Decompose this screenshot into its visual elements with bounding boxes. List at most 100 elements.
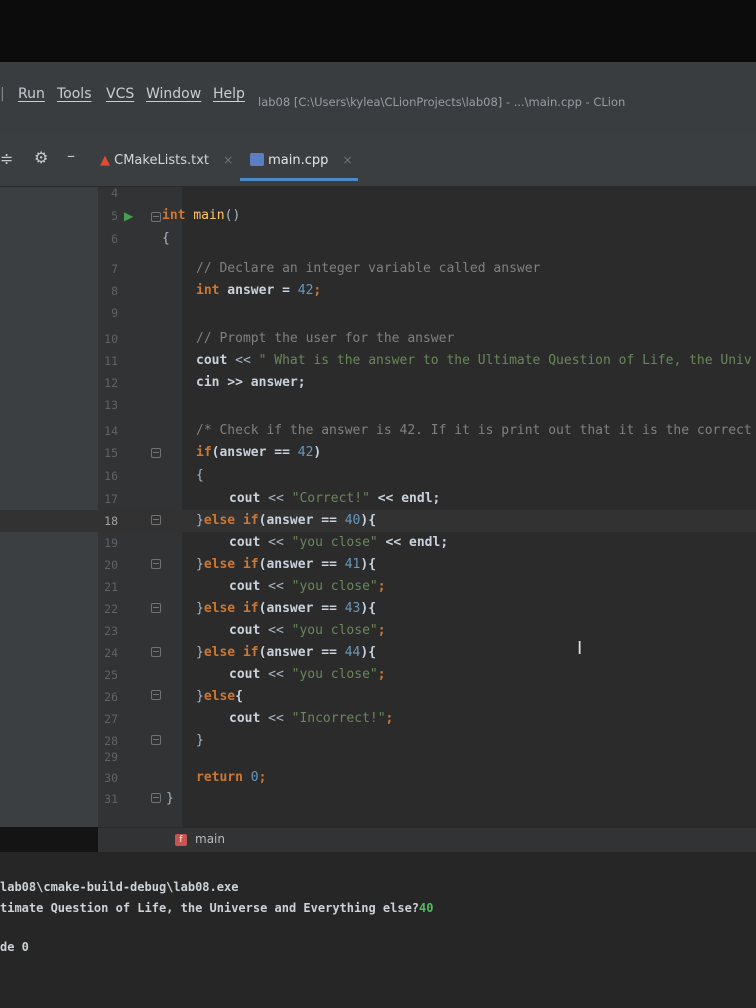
code-text: ; bbox=[377, 667, 386, 682]
code-text: cin bbox=[196, 375, 220, 390]
fold-icon[interactable] bbox=[151, 690, 161, 700]
current-line-highlight: 18 }else if(answer == 40){ bbox=[0, 510, 756, 532]
code-text: >> answer; bbox=[219, 375, 306, 390]
line-number: 4 bbox=[111, 186, 118, 200]
line-number: 26 bbox=[104, 690, 118, 704]
keyword: else if bbox=[203, 557, 259, 572]
close-icon[interactable]: × bbox=[223, 153, 233, 167]
code-text: } bbox=[196, 513, 204, 528]
run-gutter-icon[interactable]: ▶ bbox=[124, 209, 133, 223]
menu-tools[interactable]: Tools bbox=[57, 86, 92, 102]
code-text: (answer == bbox=[258, 601, 345, 616]
code-text: ; bbox=[258, 770, 267, 785]
line-number: 31 bbox=[104, 792, 118, 806]
number: 41 bbox=[344, 557, 361, 572]
fold-icon[interactable] bbox=[151, 793, 161, 803]
line-number: 5 bbox=[111, 209, 118, 223]
tab-label: CMakeLists.txt bbox=[114, 153, 209, 168]
code-text: ; bbox=[377, 623, 386, 638]
fold-icon[interactable] bbox=[151, 212, 161, 222]
cmake-triangle-icon: ▲ bbox=[100, 153, 110, 168]
fold-icon[interactable] bbox=[151, 559, 161, 569]
fold-icon[interactable] bbox=[151, 647, 161, 657]
number: 43 bbox=[344, 601, 361, 616]
keyword: else if bbox=[203, 645, 259, 660]
code-text: (answer == bbox=[258, 645, 345, 660]
menu-edge: | bbox=[0, 86, 5, 102]
number: 44 bbox=[344, 645, 361, 660]
code-text: (answer == bbox=[258, 513, 345, 528]
line-number: 8 bbox=[111, 284, 118, 298]
string-literal: "you close" bbox=[291, 623, 378, 638]
code-text: answer = bbox=[219, 283, 298, 298]
code-text: } bbox=[196, 645, 204, 660]
line-number: 7 bbox=[111, 262, 118, 276]
code-text: ){ bbox=[360, 645, 377, 660]
string-literal: "Correct!" bbox=[291, 491, 370, 506]
code-text: cout bbox=[229, 579, 261, 594]
line-number: 20 bbox=[104, 558, 118, 572]
console-line: de 0 bbox=[0, 940, 29, 954]
gear-icon[interactable]: ⚙ bbox=[34, 148, 48, 167]
menu-help[interactable]: Help bbox=[213, 86, 245, 102]
console-line: lab08\cmake-build-debug\lab08.exe bbox=[0, 880, 239, 894]
line-number: 29 bbox=[104, 750, 118, 764]
string-literal: "you close" bbox=[291, 535, 378, 550]
line-number: 14 bbox=[104, 424, 118, 438]
code-text: } bbox=[166, 791, 174, 806]
fold-icon[interactable] bbox=[151, 735, 161, 745]
fold-icon[interactable] bbox=[151, 603, 161, 613]
operator: << bbox=[260, 535, 292, 550]
code-text: cout bbox=[229, 535, 261, 550]
operator: << bbox=[260, 623, 292, 638]
tab-label: main.cpp bbox=[268, 153, 329, 168]
operator: << bbox=[260, 667, 292, 682]
code-text: cout bbox=[229, 623, 261, 638]
number: 0 bbox=[250, 770, 259, 785]
line-number: 11 bbox=[104, 354, 118, 368]
string-literal: "you close" bbox=[291, 579, 378, 594]
code-text: cout bbox=[229, 711, 261, 726]
code-text: } bbox=[196, 557, 204, 572]
line-number: 10 bbox=[104, 332, 118, 346]
keyword: return bbox=[196, 770, 243, 785]
run-console[interactable]: lab08\cmake-build-debug\lab08.exe timate… bbox=[0, 852, 756, 1008]
tab-main-cpp[interactable]: main.cpp × bbox=[250, 153, 353, 168]
code-text: ; bbox=[385, 711, 394, 726]
line-number: 27 bbox=[104, 712, 118, 726]
close-icon[interactable]: × bbox=[343, 153, 353, 167]
string-literal: "Incorrect!" bbox=[291, 711, 386, 726]
menu-vcs[interactable]: VCS bbox=[106, 86, 134, 102]
number: 42 bbox=[297, 445, 314, 460]
menu-run[interactable]: Run bbox=[18, 86, 45, 102]
code-text: << endl; bbox=[377, 535, 449, 550]
comment: /* Check if the answer is 42. If it is p… bbox=[196, 423, 752, 438]
line-number: 19 bbox=[104, 536, 118, 550]
tab-cmakelists[interactable]: ▲ CMakeLists.txt × bbox=[100, 153, 233, 168]
function-name: main bbox=[193, 208, 225, 223]
line-number: 25 bbox=[104, 668, 118, 682]
editor-tab-bar: ≑ ⚙ – ▲ CMakeLists.txt × main.cpp × bbox=[0, 134, 756, 187]
console-user-input: 40 bbox=[419, 901, 434, 915]
minimize-icon[interactable]: – bbox=[67, 146, 75, 165]
keyword: if bbox=[196, 445, 212, 460]
console-text: timate Question of Life, the Universe an… bbox=[0, 901, 420, 915]
console-line: timate Question of Life, the Universe an… bbox=[0, 901, 433, 915]
line-number: 30 bbox=[104, 771, 118, 785]
code-text: cout bbox=[229, 491, 261, 506]
menu-window[interactable]: Window bbox=[146, 86, 201, 102]
breadcrumb-item[interactable]: main bbox=[195, 832, 225, 846]
cpp-file-icon bbox=[250, 153, 264, 166]
number: 40 bbox=[344, 513, 361, 528]
fold-icon[interactable] bbox=[151, 448, 161, 458]
window-title: lab08 [C:\Users\kylea\CLionProjects\lab0… bbox=[258, 95, 626, 109]
code-text: ) bbox=[313, 445, 322, 460]
line-number: 13 bbox=[104, 398, 118, 412]
operator: << bbox=[227, 353, 259, 368]
fold-icon[interactable] bbox=[151, 515, 161, 525]
number: 42 bbox=[297, 283, 314, 298]
code-text: << endl; bbox=[369, 491, 441, 506]
collapse-icon[interactable]: ≑ bbox=[0, 149, 13, 168]
keyword: int bbox=[196, 283, 220, 298]
line-number: 21 bbox=[104, 580, 118, 594]
